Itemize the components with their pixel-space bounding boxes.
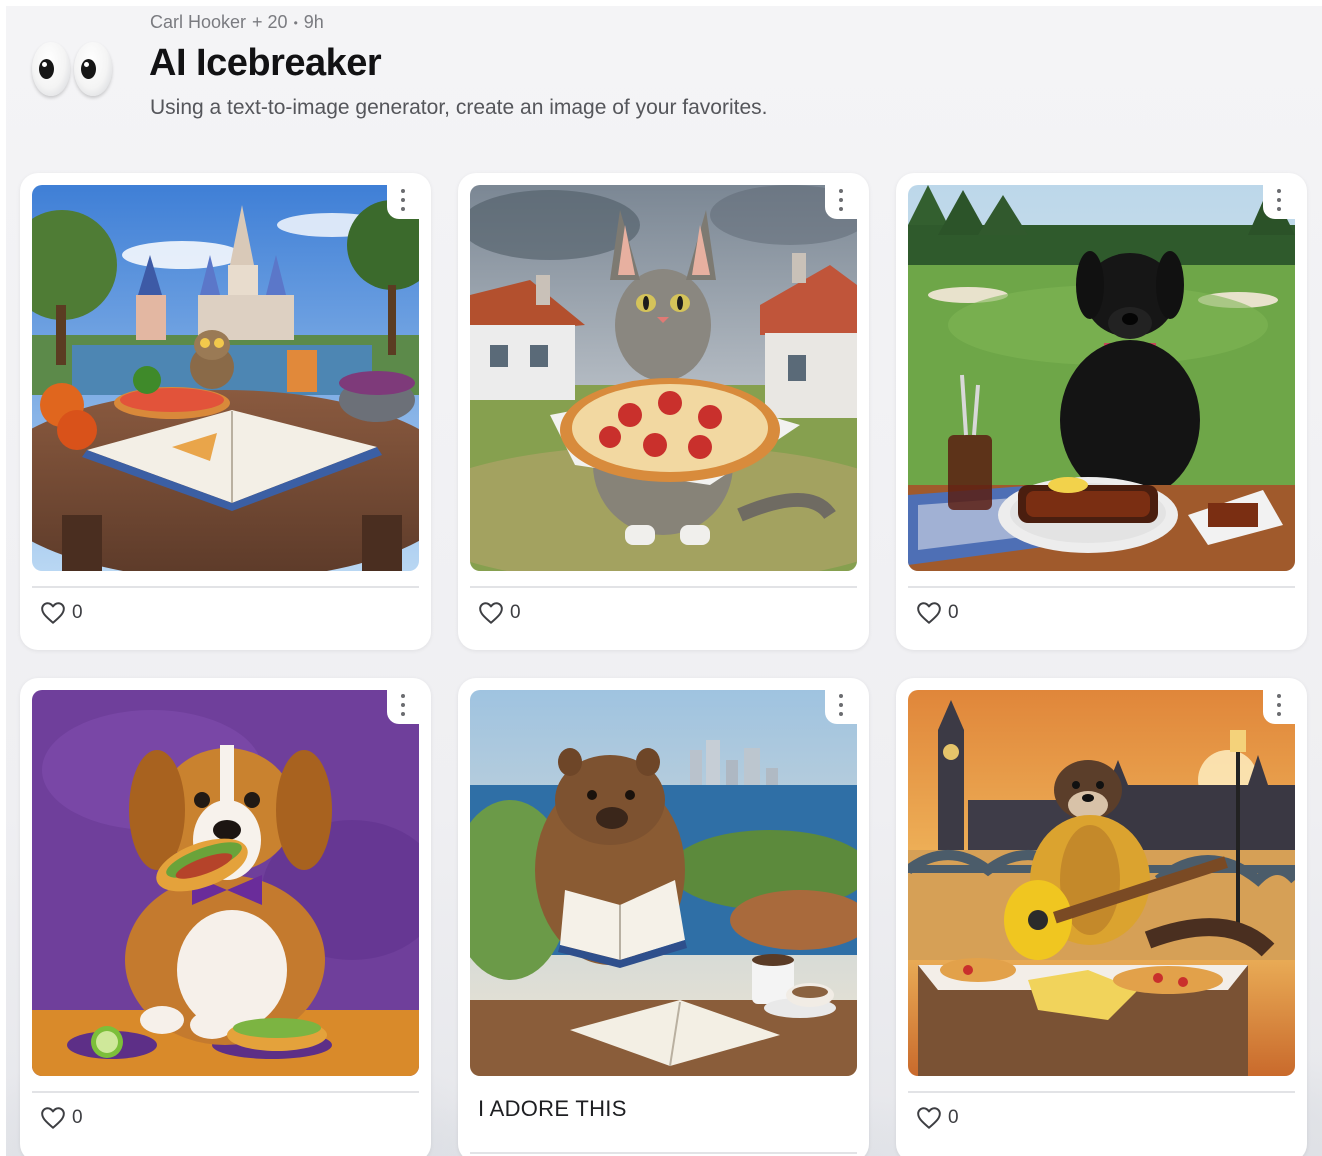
post-card[interactable]: 0 — [20, 173, 431, 650]
like-button[interactable]: 0 — [40, 1106, 83, 1130]
eyes-emoji-icon — [32, 42, 120, 102]
card-divider — [470, 1152, 857, 1154]
card-image[interactable] — [32, 690, 419, 1076]
board-canvas: Carl Hooker + 20 • 9h AI Icebreaker Usin… — [6, 6, 1322, 1156]
post-card[interactable]: 0 — [896, 173, 1307, 650]
like-count: 0 — [948, 602, 959, 623]
card-image[interactable] — [908, 185, 1295, 571]
like-count: 0 — [72, 1107, 83, 1128]
card-divider — [470, 586, 857, 588]
heart-outline-icon — [917, 1107, 941, 1129]
post-time: 9h — [303, 12, 324, 32]
card-divider — [32, 586, 419, 588]
contributors-count[interactable]: + 20 — [252, 12, 288, 33]
card-menu-button[interactable] — [387, 185, 419, 219]
card-divider — [908, 586, 1295, 588]
post-card[interactable]: 0 — [896, 678, 1307, 1156]
card-menu-button[interactable] — [825, 690, 857, 724]
post-prompt: Using a text-to-image generator, create … — [150, 96, 768, 119]
kebab-menu-icon — [1276, 189, 1282, 211]
heart-outline-icon — [479, 602, 503, 624]
post-card[interactable]: I ADORE THIS — [458, 678, 869, 1156]
author-name[interactable]: Carl Hooker — [150, 12, 246, 33]
post-header: Carl Hooker + 20 • 9h AI Icebreaker Usin… — [6, 6, 1322, 156]
card-menu-button[interactable] — [1263, 690, 1295, 724]
post-title: AI Icebreaker — [149, 42, 382, 84]
card-image[interactable] — [470, 185, 857, 571]
like-button[interactable]: 0 — [916, 1106, 959, 1130]
kebab-menu-icon — [1276, 694, 1282, 716]
like-count: 0 — [510, 602, 521, 623]
heart-outline-icon — [41, 1107, 65, 1129]
separator-dot: • — [293, 15, 298, 30]
post-card[interactable]: 0 — [20, 678, 431, 1156]
like-count: 0 — [72, 602, 83, 623]
card-divider — [908, 1091, 1295, 1093]
kebab-menu-icon — [400, 694, 406, 716]
post-meta: Carl Hooker + 20 • 9h — [150, 12, 324, 33]
card-menu-button[interactable] — [387, 690, 419, 724]
card-image[interactable] — [470, 690, 857, 1076]
card-image[interactable] — [32, 185, 419, 571]
card-caption: I ADORE THIS — [478, 1096, 627, 1121]
card-menu-button[interactable] — [825, 185, 857, 219]
card-menu-button[interactable] — [1263, 185, 1295, 219]
like-button[interactable]: 0 — [478, 601, 521, 625]
kebab-menu-icon — [838, 189, 844, 211]
like-button[interactable]: 0 — [916, 601, 959, 625]
like-button[interactable]: 0 — [40, 601, 83, 625]
like-count: 0 — [948, 1107, 959, 1128]
heart-outline-icon — [41, 602, 65, 624]
card-image[interactable] — [908, 690, 1295, 1076]
post-card[interactable]: 0 — [458, 173, 869, 650]
heart-outline-icon — [917, 602, 941, 624]
card-divider — [32, 1091, 419, 1093]
kebab-menu-icon — [400, 189, 406, 211]
kebab-menu-icon — [838, 694, 844, 716]
